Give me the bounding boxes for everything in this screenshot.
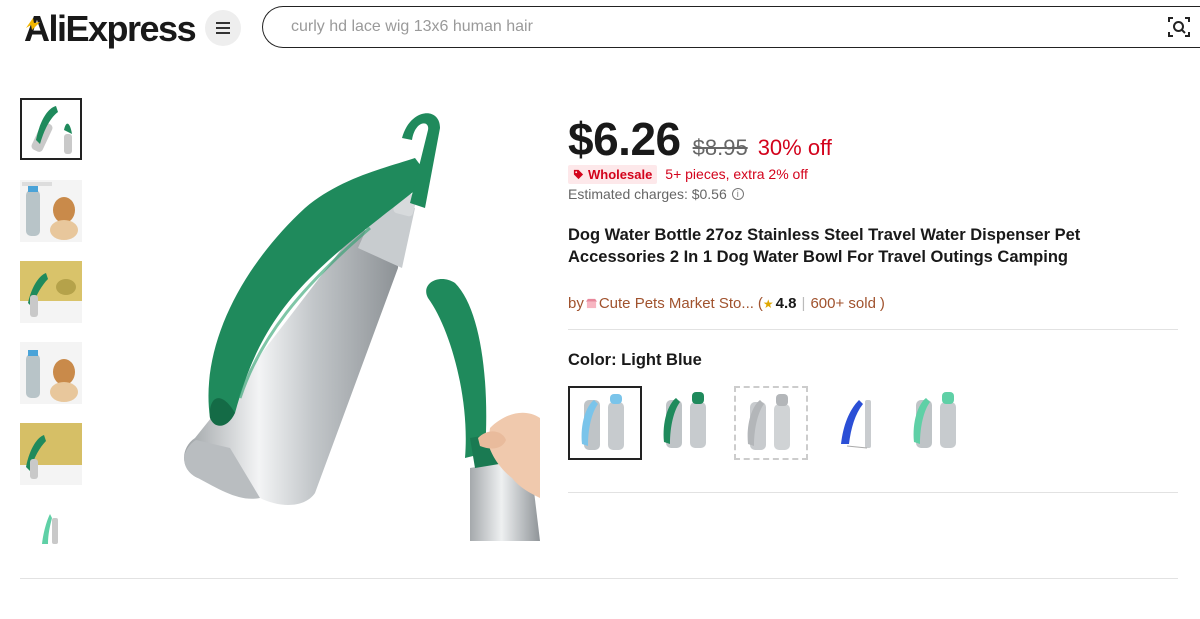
thumbnail-4[interactable]: [20, 342, 82, 404]
search-bar: [262, 6, 1200, 48]
info-icon[interactable]: i: [731, 188, 744, 200]
divider: [568, 329, 1178, 330]
wholesale-label: Wholesale: [588, 166, 653, 182]
store-row: by Cute Pets Market Sto... ( ★ 4.8 | 600…: [568, 295, 885, 312]
estimated-charges: Estimated charges: $0.56 i: [568, 186, 744, 202]
divider: [20, 578, 1178, 579]
store-rating: 4.8: [775, 295, 797, 312]
tag-icon: [573, 169, 584, 179]
wholesale-discount-text: 5+ pieces, extra 2% off: [665, 166, 808, 182]
wholesale-row: Wholesale 5+ pieces, extra 2% off: [568, 164, 808, 184]
search-input[interactable]: [291, 16, 1111, 38]
price-row: $6.26 $8.95 30% off: [568, 112, 832, 165]
color-swatch-mint-green[interactable]: [904, 386, 972, 456]
image-search-icon[interactable]: [1167, 15, 1191, 39]
store-name-link[interactable]: Cute Pets Market Sto...: [599, 295, 754, 312]
thumbnail-2[interactable]: [20, 180, 82, 242]
thumbnail-5[interactable]: [20, 423, 82, 485]
main-product-image[interactable]: [140, 98, 540, 541]
header: AliExpress: [0, 0, 1200, 56]
aliexpress-logo[interactable]: AliExpress: [24, 9, 197, 49]
sold-count: 600+ sold: [810, 295, 876, 312]
hamburger-icon: [216, 22, 230, 34]
color-swatch-blue[interactable]: [821, 386, 889, 456]
product-title: Dog Water Bottle 27oz Stainless Steel Tr…: [568, 226, 1081, 266]
current-price: $6.26: [568, 113, 681, 165]
store-close-paren: ): [879, 295, 885, 312]
discount-label: 30% off: [757, 135, 832, 160]
original-price: $8.95: [692, 135, 748, 160]
store-icon: [585, 298, 597, 309]
thumbnail-1[interactable]: [20, 98, 82, 160]
color-swatch-gray[interactable]: [734, 386, 808, 460]
wholesale-badge: Wholesale: [568, 164, 658, 184]
thumbnail-6[interactable]: [20, 504, 82, 544]
menu-button[interactable]: [205, 10, 241, 46]
logo-star-icon: [26, 18, 40, 30]
thumbnail-3[interactable]: [20, 261, 82, 323]
star-icon: ★: [762, 296, 774, 311]
store-separator: |: [801, 295, 806, 312]
divider: [568, 492, 1178, 493]
store-prefix: by: [568, 295, 584, 312]
color-swatch-light-blue[interactable]: [568, 386, 642, 460]
estimated-charges-text: Estimated charges: $0.56: [568, 186, 727, 202]
color-swatch-dark-green[interactable]: [654, 386, 722, 456]
color-label: Color: Light Blue: [568, 351, 702, 369]
